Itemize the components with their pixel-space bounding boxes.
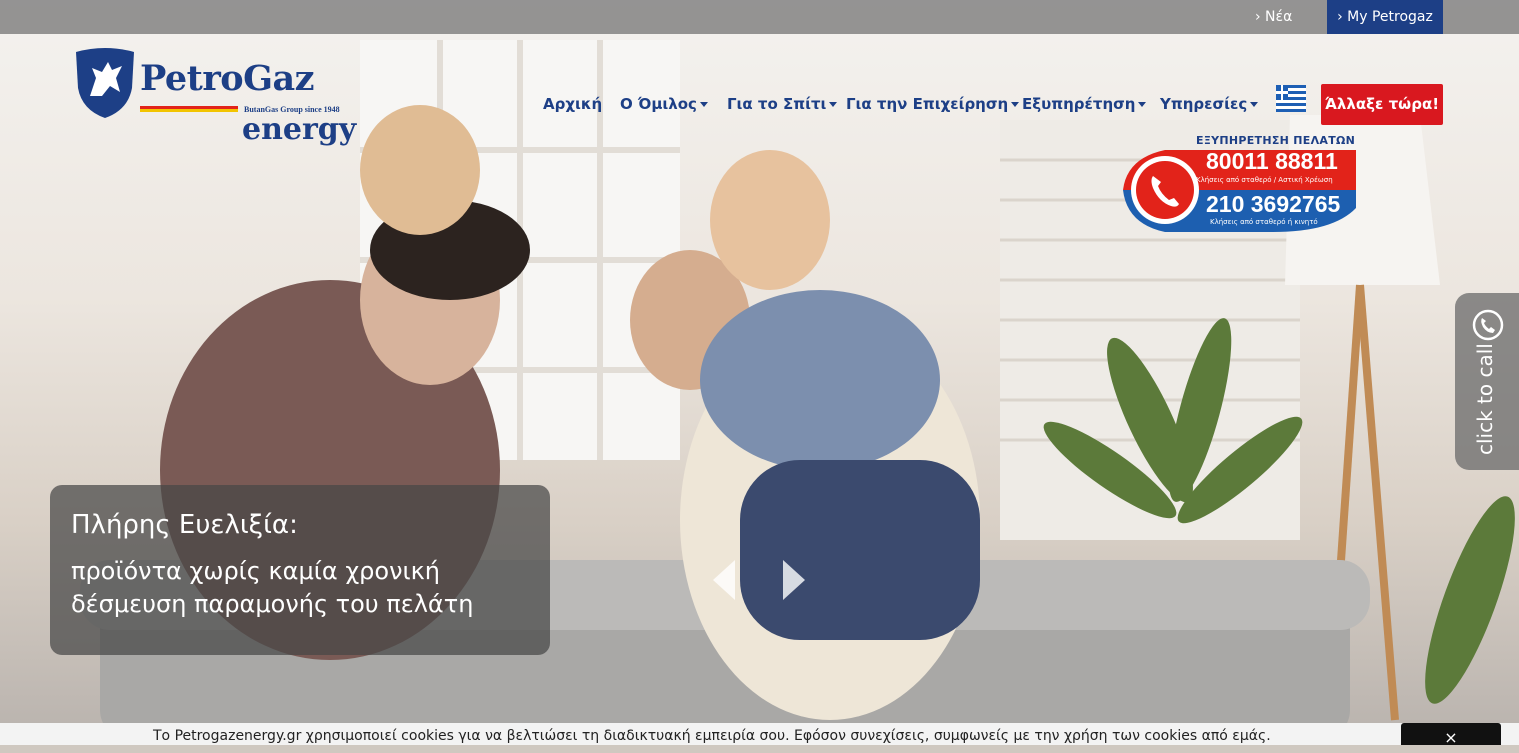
slide-title: Πλήρης Ευελιξία: <box>71 510 298 540</box>
slider-prev-arrow-icon[interactable] <box>713 560 737 600</box>
phone-number-free[interactable]: 80011 88811 <box>1206 148 1338 175</box>
slide-text: προϊόντα χωρίς καμία χρονική δέσμευση πα… <box>71 557 474 618</box>
logo-stripe <box>140 106 238 112</box>
chevron-down-icon <box>1250 102 1259 107</box>
chevron-down-icon <box>1011 102 1020 107</box>
chevron-down-icon <box>829 102 838 107</box>
greek-flag-icon[interactable] <box>1276 85 1306 112</box>
news-link[interactable]: › Νέα <box>1255 0 1292 34</box>
chevron-down-icon <box>699 102 708 107</box>
slider-next-arrow-icon[interactable] <box>781 560 805 600</box>
logo-subtitle: energy <box>242 112 357 147</box>
chevron-down-icon <box>1138 102 1147 107</box>
nav-item-home[interactable]: Αρχική <box>543 95 602 113</box>
customer-service-heading: ΕΞΥΠΗΡΕΤΗΣΗ ΠΕΛΑΤΩΝ <box>1196 134 1356 147</box>
shield-emblem-icon <box>76 48 134 118</box>
nav-item-home-products[interactable]: Για το Σπίτι <box>727 95 838 113</box>
phone-note-free: Κλήσεις από σταθερό / Αστική Χρέωση <box>1196 176 1333 184</box>
switch-now-button[interactable]: Άλλαξε τώρα! <box>1321 84 1443 125</box>
petrogaz-logo[interactable]: PetroGaz ButanGas Group since 1948 energ… <box>74 48 374 158</box>
click-to-call-label: click to call <box>1473 343 1497 455</box>
logo-name: PetroGaz <box>140 58 315 99</box>
phone-number-main[interactable]: 210 3692765 <box>1206 191 1340 218</box>
phone-call-icon <box>1472 309 1504 341</box>
nav-item-services[interactable]: Υπηρεσίες <box>1160 95 1259 113</box>
nav-item-group[interactable]: Ο Όμιλος <box>620 95 708 113</box>
phone-note-main: Κλήσεις από σταθερό ή κινητό <box>1210 218 1318 226</box>
slide-caption: Πλήρης Ευελιξία: προϊόντα χωρίς καμία χρ… <box>50 485 550 655</box>
cookie-consent-text: Το Petrogazenergy.gr χρησιμοποιεί cookie… <box>153 728 1271 744</box>
cookie-close-button[interactable]: × <box>1401 723 1501 747</box>
nav-item-business[interactable]: Για την Επιχείρηση <box>846 95 1020 113</box>
my-petrogaz-button[interactable]: › My Petrogaz <box>1327 0 1443 34</box>
nav-item-support[interactable]: Εξυπηρέτηση <box>1022 95 1147 113</box>
